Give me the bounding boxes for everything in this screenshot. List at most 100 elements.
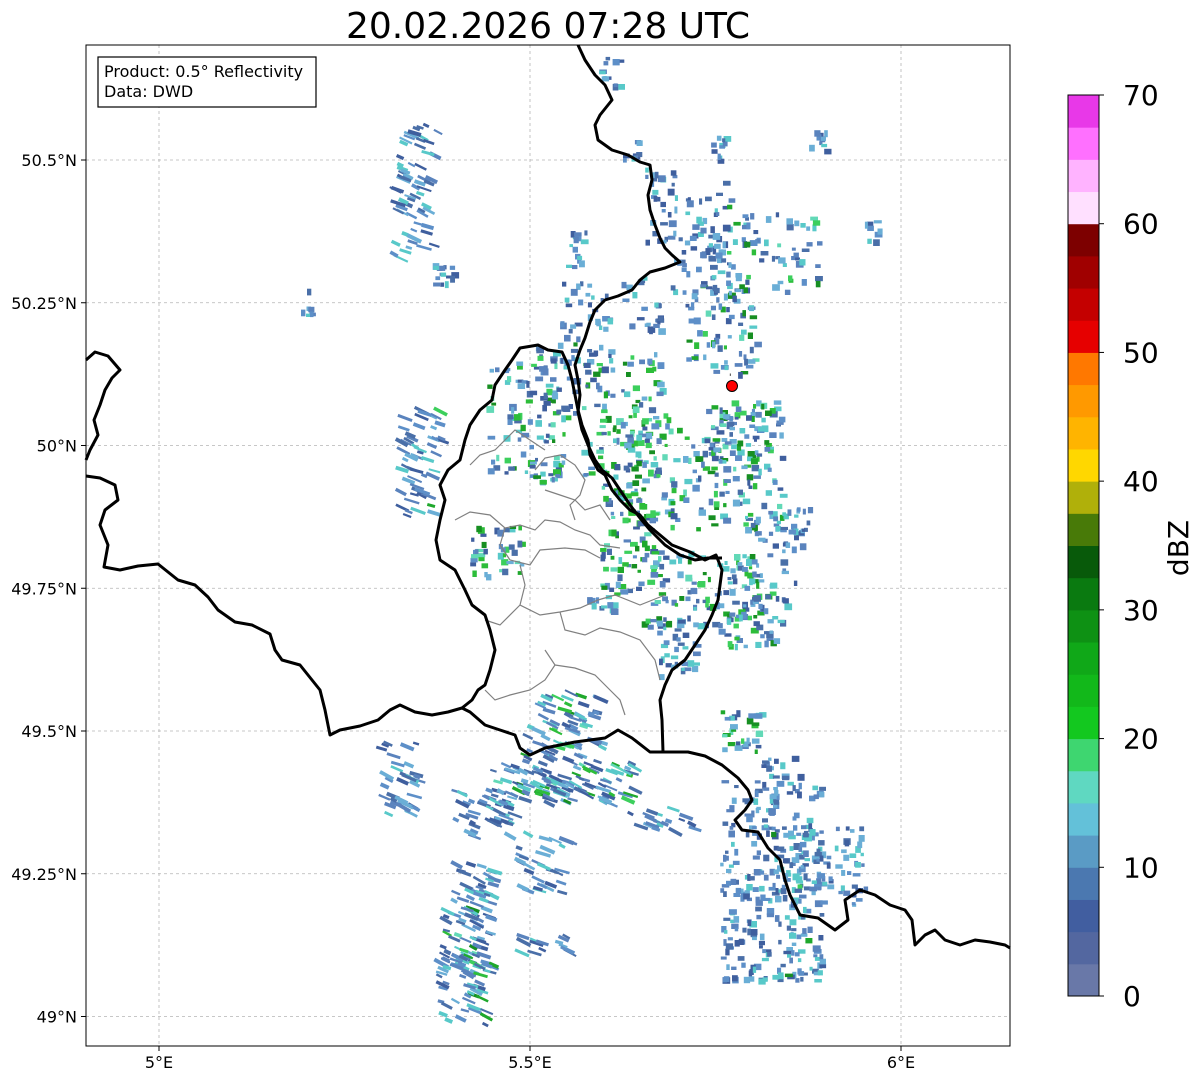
echo-cell <box>677 427 683 434</box>
echo-cell <box>718 303 723 310</box>
echo-cell <box>782 895 788 902</box>
echo-cell <box>750 522 756 528</box>
echo-cell <box>593 371 601 377</box>
echo-cell <box>804 858 810 862</box>
colorbar-segment <box>1068 899 1099 933</box>
echo-cell <box>653 416 660 420</box>
echo-cell <box>809 966 813 971</box>
echo-cell <box>692 662 700 666</box>
echo-cell <box>659 563 665 570</box>
echo-cell <box>763 874 769 881</box>
echo-cell <box>759 933 765 941</box>
echo-cell <box>702 599 706 604</box>
echo-cell <box>806 226 811 231</box>
echo-cell <box>737 440 744 447</box>
echo-cell <box>828 876 833 881</box>
echo-cell <box>769 794 777 800</box>
echo-cell <box>726 809 734 813</box>
echo-cell <box>739 334 745 341</box>
echo-cell <box>626 372 631 377</box>
echo-cell <box>714 243 721 249</box>
echo-cell <box>529 444 534 450</box>
colorbar-segment <box>1068 802 1099 836</box>
echo-cell <box>481 541 487 548</box>
echo-cell <box>762 760 769 764</box>
echo-cell <box>486 574 492 581</box>
echo-cell <box>755 516 761 524</box>
echo-cell <box>739 284 745 289</box>
echo-cell <box>763 608 769 615</box>
echo-cell <box>657 362 665 369</box>
echo-cell <box>667 212 672 218</box>
echo-cell <box>749 424 756 428</box>
echo-cell <box>696 598 700 604</box>
echo-cell <box>730 878 737 885</box>
echo-cell <box>801 279 807 286</box>
echo-cell <box>783 832 790 838</box>
echo-cell <box>507 376 512 383</box>
echo-cell <box>773 638 781 644</box>
echo-cell <box>728 198 736 203</box>
echo-cell <box>632 555 637 559</box>
map-panel[interactable] <box>86 45 1010 1046</box>
echo-cell <box>741 962 746 968</box>
echo-cell <box>756 914 762 920</box>
echo-cell <box>605 56 611 61</box>
echo-cell <box>601 76 610 82</box>
echo-cell <box>491 459 496 465</box>
echo-cell <box>751 464 760 472</box>
echo-cell <box>736 741 741 746</box>
echo-cell <box>679 596 685 601</box>
echo-cell <box>608 349 616 355</box>
echo-cell <box>723 891 727 897</box>
echo-cell <box>657 630 663 636</box>
echo-cell <box>577 255 583 260</box>
echo-cell <box>720 603 725 609</box>
echo-cell <box>738 322 744 326</box>
echo-cell <box>766 913 774 918</box>
echo-cell <box>736 710 741 718</box>
echo-cell <box>759 258 765 263</box>
echo-cell <box>716 430 725 435</box>
echo-cell <box>620 589 629 595</box>
echo-cell <box>584 230 588 236</box>
echo-cell <box>535 457 538 462</box>
echo-cell <box>556 387 562 392</box>
echo-cell <box>613 83 618 88</box>
echo-cell <box>806 520 811 526</box>
echo-cell <box>582 406 587 411</box>
echo-cell <box>776 874 781 879</box>
echo-cell <box>809 886 818 892</box>
echo-cell <box>724 561 728 565</box>
echo-cell <box>747 332 753 339</box>
echo-cell <box>722 977 727 983</box>
colorbar-tick-label: 30 <box>1123 594 1159 627</box>
echo-cell <box>472 570 477 577</box>
echo-cell <box>701 461 705 468</box>
echo-cell <box>502 568 509 576</box>
echo-cell <box>636 586 642 591</box>
colorbar-segment <box>1068 931 1099 965</box>
echo-cell <box>791 247 796 251</box>
echo-cell <box>728 909 737 915</box>
echo-cell <box>301 309 306 317</box>
echo-cell <box>819 791 825 798</box>
echo-cell <box>849 853 857 858</box>
echo-cell <box>684 240 691 246</box>
echo-cell <box>657 196 661 202</box>
echo-cell <box>807 926 813 933</box>
echo-cell <box>670 513 678 520</box>
echo-cell <box>702 331 708 337</box>
echo-cell <box>747 615 752 621</box>
echo-cell <box>662 596 668 602</box>
echo-cell <box>782 826 787 830</box>
echo-cell <box>591 603 597 610</box>
echo-cell <box>550 358 557 364</box>
colorbar-label: dBZ <box>1162 520 1195 576</box>
echo-cell <box>711 405 719 410</box>
echo-cell <box>670 285 676 291</box>
echo-cell <box>685 574 693 582</box>
echo-cell <box>702 572 707 576</box>
echo-cell <box>715 212 720 216</box>
echo-cell <box>729 588 736 596</box>
